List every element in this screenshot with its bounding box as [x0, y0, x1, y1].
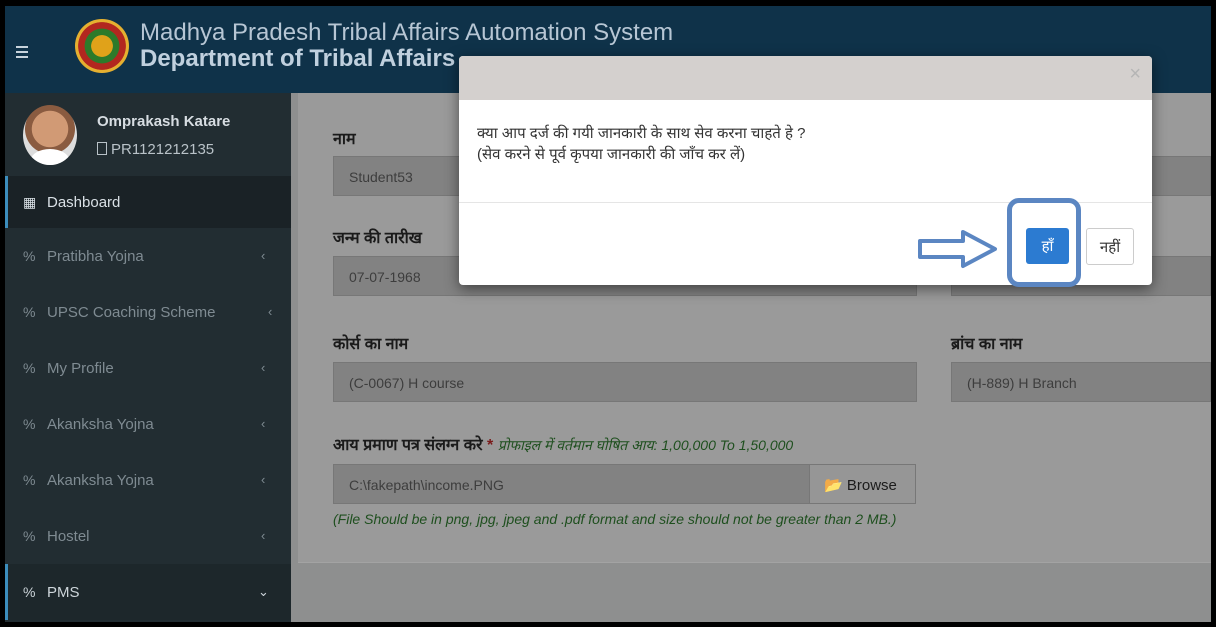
- file-format-note: (File Should be in png, jpg, jpeg and .p…: [333, 511, 897, 527]
- sidebar-item-my-profile[interactable]: % My Profile ‹: [5, 340, 291, 396]
- sidebar-item-upsc-coaching[interactable]: % UPSC Coaching Scheme ‹: [5, 284, 291, 340]
- dialog-body: क्या आप दर्ज की गयी जानकारी के साथ सेव क…: [477, 123, 805, 165]
- department-logo: [75, 19, 129, 73]
- sidebar-item-label: Hostel: [47, 528, 90, 545]
- department-title: Department of Tribal Affairs: [140, 45, 456, 72]
- sidebar-menu: ▦ Dashboard % Pratibha Yojna ‹ % UPSC Co…: [5, 176, 291, 620]
- sidebar-item-pratibha-yojna[interactable]: % Pratibha Yojna ‹: [5, 228, 291, 284]
- browse-label: Browse: [846, 477, 897, 494]
- dialog-question: क्या आप दर्ज की गयी जानकारी के साथ सेव क…: [477, 125, 806, 142]
- chevron-left-icon: ‹: [261, 416, 266, 431]
- user-name: Omprakash Katare: [97, 113, 231, 130]
- income-note: प्रोफाइल में वर्तमान घोषित आय: 1,00,000 …: [497, 437, 794, 453]
- required-star: *: [487, 437, 494, 454]
- chevron-left-icon: ‹: [268, 304, 273, 319]
- sidebar-item-label: UPSC Coaching Scheme: [47, 304, 216, 321]
- folder-open-icon: 📂: [824, 477, 843, 494]
- percent-icon: %: [23, 472, 36, 488]
- no-button[interactable]: नहीं: [1086, 228, 1134, 265]
- sidebar-item-label: Akanksha Yojna: [47, 416, 154, 433]
- percent-icon: %: [23, 416, 36, 432]
- sidebar: Omprakash Katare PR1121212135 ▦ Dashboar…: [5, 93, 291, 622]
- percent-icon: %: [23, 584, 36, 600]
- course-field[interactable]: (C-0067) H course: [333, 362, 917, 402]
- sidebar-item-label: My Profile: [47, 360, 114, 377]
- chevron-left-icon: ‹: [261, 472, 266, 487]
- dialog-hint: (सेव करने से पूर्व कृपया जानकारी की जाँच…: [477, 146, 746, 163]
- dialog-header: ×: [459, 56, 1152, 100]
- course-label: कोर्स का नाम: [333, 336, 409, 353]
- user-id-row: PR1121212135: [97, 141, 214, 158]
- income-label: आय प्रमाण पत्र संलग्न करे: [333, 437, 483, 454]
- sidebar-item-label: Dashboard: [47, 194, 121, 211]
- pointer-arrow-icon: [918, 230, 997, 268]
- sidebar-item-pms[interactable]: % PMS ⌄: [5, 564, 291, 620]
- avatar: [23, 105, 77, 165]
- th-grid-icon: ▦: [23, 194, 37, 210]
- user-panel: Omprakash Katare PR1121212135: [5, 93, 291, 176]
- sidebar-item-akanksha-yojna[interactable]: % Akanksha Yojna ‹: [5, 396, 291, 452]
- branch-field[interactable]: (H-889) H Branch: [951, 362, 1211, 402]
- chevron-left-icon: ‹: [261, 248, 266, 263]
- highlight-box: [1007, 198, 1081, 287]
- chevron-left-icon: ‹: [261, 528, 266, 543]
- sidebar-item-label: PMS: [47, 584, 80, 601]
- sidebar-item-label: Akanksha Yojna: [47, 472, 154, 489]
- user-id: PR1121212135: [111, 141, 215, 158]
- sidebar-item-hostel[interactable]: % Hostel ‹: [5, 508, 291, 564]
- dob-label: जन्म की तारीख: [333, 230, 422, 247]
- chevron-left-icon: ‹: [261, 360, 266, 375]
- percent-icon: %: [23, 304, 36, 320]
- id-card-icon: [97, 142, 107, 155]
- sidebar-item-label: Pratibha Yojna: [47, 248, 144, 265]
- chevron-down-icon: ⌄: [258, 584, 269, 599]
- close-icon[interactable]: ×: [1129, 63, 1141, 86]
- sidebar-item-akanksha-yojna-2[interactable]: % Akanksha Yojna ‹: [5, 452, 291, 508]
- sidebar-item-dashboard[interactable]: ▦ Dashboard: [5, 176, 291, 228]
- browse-button[interactable]: 📂 Browse: [809, 464, 916, 504]
- app-title: Madhya Pradesh Tribal Affairs Automation…: [140, 19, 674, 46]
- branch-label: ब्रांच का नाम: [951, 336, 1023, 353]
- file-path-field[interactable]: C:\fakepath\income.PNG: [333, 464, 810, 504]
- menu-toggle-icon[interactable]: [16, 46, 28, 61]
- name-label: नाम: [333, 131, 356, 148]
- percent-icon: %: [23, 248, 36, 264]
- income-label-row: आय प्रमाण पत्र संलग्न करे * प्रोफाइल में…: [333, 433, 793, 455]
- app-frame: Madhya Pradesh Tribal Affairs Automation…: [5, 6, 1211, 622]
- percent-icon: %: [23, 360, 36, 376]
- percent-icon: %: [23, 528, 36, 544]
